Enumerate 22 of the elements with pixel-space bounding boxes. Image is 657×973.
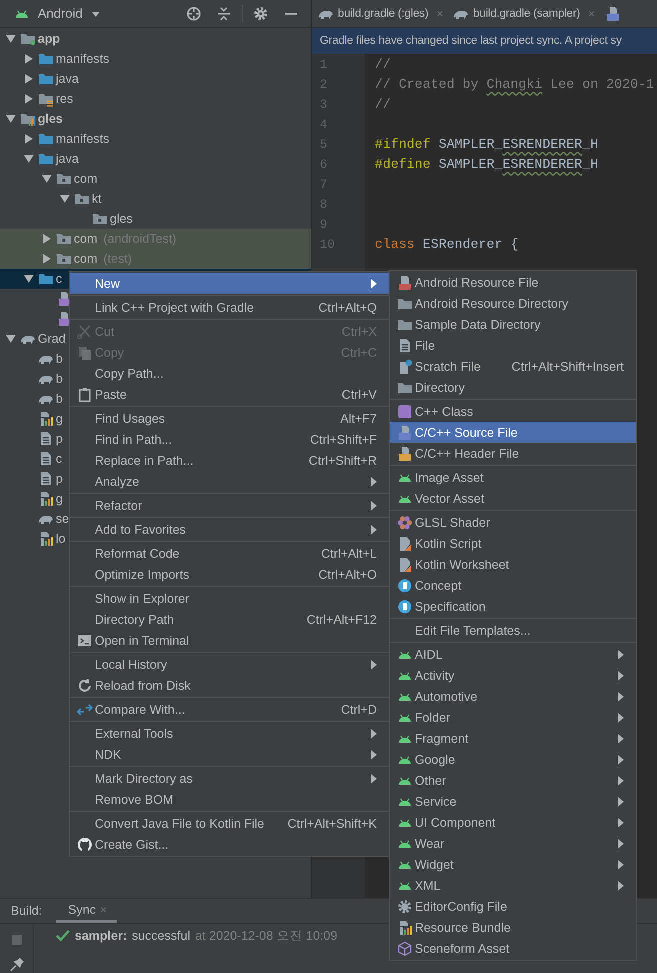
project-name: sampler: xyxy=(75,929,128,943)
shortcut-text: Ctrl+Alt+L xyxy=(321,546,377,560)
shortcut-text: Ctrl+Alt+O xyxy=(318,568,377,582)
code-line: #ifndef SAMPLER_ESRENDERER_H xyxy=(375,137,598,152)
shortcut-text: Alt+F7 xyxy=(340,412,377,426)
shortcut-text: Ctrl+V xyxy=(342,388,377,402)
shortcut-text: Ctrl+Alt+Shift+Insert xyxy=(512,360,624,374)
code-line: // Created by Changki Lee on 2020-1 xyxy=(375,77,654,92)
shortcut-text: Ctrl+D xyxy=(341,702,377,716)
notification-bar: Gradle files have changed since last project sync. A project sy xyxy=(312,28,657,54)
panel-title: Build: xyxy=(11,904,42,918)
shortcut-text: Ctrl+Shift+F xyxy=(310,432,377,446)
timestamp: at 2020-12-08 오전 10:09 xyxy=(195,928,338,944)
code-line: class ESRenderer { xyxy=(375,237,519,252)
shortcut-text: Ctrl+Alt+Q xyxy=(318,300,377,314)
shortcut-text: Ctrl+Alt+F12 xyxy=(306,612,377,626)
shortcut-text: Ctrl+Shift+R xyxy=(308,454,377,468)
status-text: successful xyxy=(132,929,190,943)
code-line: // xyxy=(375,97,391,112)
shortcut-text: Ctrl+Alt+Shift+K xyxy=(288,816,377,830)
code-line: // xyxy=(375,57,391,72)
code-line: #define SAMPLER_ESRENDERER_H xyxy=(375,157,598,172)
